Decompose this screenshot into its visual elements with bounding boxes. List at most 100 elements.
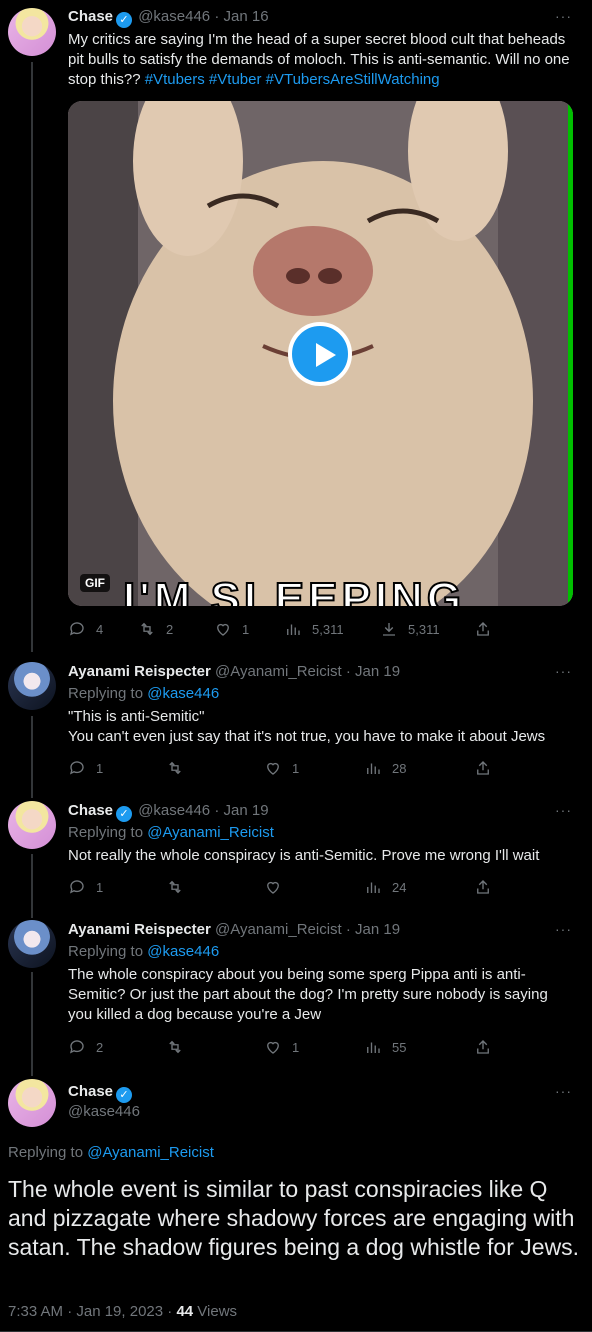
- views-count: 28: [392, 760, 407, 776]
- views-count: 44: [176, 1303, 194, 1320]
- more-options-icon[interactable]: ···: [555, 1083, 572, 1099]
- tweet-header: Ayanami Reispecter @Ayanami_Reicist · Ja…: [68, 663, 400, 680]
- separator-dot: ·: [345, 921, 351, 938]
- reply-count: 1: [96, 760, 104, 776]
- views-label: Views: [197, 1303, 238, 1320]
- avatar[interactable]: [8, 8, 56, 56]
- avatar[interactable]: [8, 1079, 56, 1127]
- like-button[interactable]: 1: [214, 620, 249, 638]
- tweet-text: The whole conspiracy about you being som…: [68, 966, 548, 1023]
- share-button[interactable]: [474, 878, 492, 896]
- display-name[interactable]: Chase: [68, 1083, 113, 1100]
- tweet-actions: 1 1 28: [68, 759, 498, 779]
- more-options-icon[interactable]: ···: [555, 802, 572, 818]
- handle[interactable]: @kase446: [68, 1103, 140, 1120]
- tweet-meta: 7:33 AM · Jan 19, 2023 · 44 Views: [8, 1303, 237, 1320]
- verified-badge-icon: ✓: [116, 12, 133, 28]
- replying-label: Replying to: [68, 943, 144, 960]
- download-count: 5,311: [408, 621, 440, 637]
- retweet-icon: [166, 1038, 184, 1056]
- retweet-button[interactable]: [166, 878, 194, 896]
- share-icon: [474, 1038, 492, 1056]
- retweet-button[interactable]: [166, 1038, 194, 1056]
- reply-button[interactable]: 2: [68, 1038, 103, 1056]
- replying-to-link[interactable]: @kase446: [147, 685, 219, 702]
- reply-button[interactable]: 4: [68, 620, 103, 638]
- share-icon: [474, 878, 492, 896]
- download-icon: [380, 620, 398, 638]
- tweet-date[interactable]: Jan 16: [224, 8, 269, 25]
- tweet-header: Chase ✓ @kase446 · Jan 16: [68, 8, 269, 28]
- avatar[interactable]: [8, 662, 56, 710]
- display-name[interactable]: Ayanami Reispecter: [68, 921, 211, 938]
- separator-dot: ·: [214, 802, 220, 819]
- tweet-text: My critics are saying I'm the head of a …: [68, 30, 576, 90]
- tweet-text: Not really the whole conspiracy is anti-…: [68, 847, 540, 864]
- views-icon: [364, 1038, 382, 1056]
- gif-caption: I'M SLEEPING: [122, 573, 466, 606]
- views-button[interactable]: 55: [364, 1038, 406, 1056]
- more-options-icon[interactable]: ···: [555, 921, 572, 937]
- more-options-icon[interactable]: ···: [555, 663, 572, 679]
- reply-button[interactable]: 1: [68, 759, 103, 777]
- handle[interactable]: @Ayanami_Reicist: [215, 921, 342, 938]
- thread-line: [31, 62, 33, 652]
- replying-label: Replying to: [68, 685, 144, 702]
- views-button[interactable]: 24: [364, 878, 406, 896]
- hashtags[interactable]: #Vtubers #Vtuber #VTubersAreStillWatchin…: [145, 71, 440, 88]
- reply-button[interactable]: 1: [68, 878, 103, 896]
- share-button[interactable]: [474, 759, 492, 777]
- share-button[interactable]: [474, 620, 492, 638]
- separator-dot: ·: [214, 8, 220, 25]
- thread-line: [31, 854, 33, 918]
- handle-row: @kase446: [68, 1103, 140, 1120]
- download-button[interactable]: 5,311: [380, 620, 440, 638]
- tweet-actions: 2 1 55: [68, 1038, 498, 1058]
- heart-icon: [264, 1038, 282, 1056]
- play-button[interactable]: [288, 322, 352, 386]
- replying-label: Replying to: [8, 1144, 84, 1161]
- retweet-icon: [166, 759, 184, 777]
- avatar[interactable]: [8, 920, 56, 968]
- like-button[interactable]: 1: [264, 759, 299, 777]
- tweet-text-line: "This is anti-Semitic": [68, 708, 205, 725]
- tweet-actions: 4 2 1 5,311 5,311: [68, 620, 498, 640]
- retweet-icon: [166, 878, 184, 896]
- replying-to-link[interactable]: @Ayanami_Reicist: [87, 1144, 214, 1161]
- tweet-actions: 1 24: [68, 878, 498, 898]
- reply-icon: [68, 1038, 86, 1056]
- views-count: 55: [392, 1039, 407, 1055]
- like-button[interactable]: 1: [264, 1038, 299, 1056]
- retweet-button[interactable]: [166, 759, 194, 777]
- share-icon: [474, 620, 492, 638]
- tweet-text: "This is anti-Semitic" You can't even ju…: [68, 707, 576, 747]
- display-name[interactable]: Chase: [68, 802, 113, 819]
- views-icon: [364, 759, 382, 777]
- reply-icon: [68, 878, 86, 896]
- replying-to-link[interactable]: @kase446: [147, 943, 219, 960]
- replying-to: Replying to @kase446: [68, 685, 219, 702]
- display-name[interactable]: Ayanami Reispecter: [68, 663, 211, 680]
- handle[interactable]: @kase446: [138, 802, 210, 819]
- tweet-date[interactable]: Jan 19: [355, 663, 400, 680]
- more-options-icon[interactable]: ···: [555, 8, 572, 24]
- retweet-button[interactable]: 2: [138, 620, 173, 638]
- replying-to-link[interactable]: @Ayanami_Reicist: [147, 824, 274, 841]
- display-name[interactable]: Chase: [68, 8, 113, 25]
- tweet-date[interactable]: Jan 19: [355, 921, 400, 938]
- verified-badge-icon: ✓: [116, 1087, 133, 1103]
- views-button[interactable]: 28: [364, 759, 406, 777]
- share-icon: [474, 759, 492, 777]
- avatar[interactable]: [8, 801, 56, 849]
- like-button[interactable]: [264, 878, 292, 896]
- handle[interactable]: @Ayanami_Reicist: [215, 663, 342, 680]
- thread-line: [31, 716, 33, 798]
- timestamp[interactable]: 7:33 AM · Jan 19, 2023 ·: [8, 1303, 176, 1320]
- gif-media[interactable]: GIF I'M SLEEPING: [68, 101, 573, 606]
- tweet-date[interactable]: Jan 19: [224, 802, 269, 819]
- handle[interactable]: @kase446: [138, 8, 210, 25]
- share-button[interactable]: [474, 1038, 492, 1056]
- views-button[interactable]: 5,311: [284, 620, 344, 638]
- replying-label: Replying to: [68, 824, 144, 841]
- retweet-icon: [138, 620, 156, 638]
